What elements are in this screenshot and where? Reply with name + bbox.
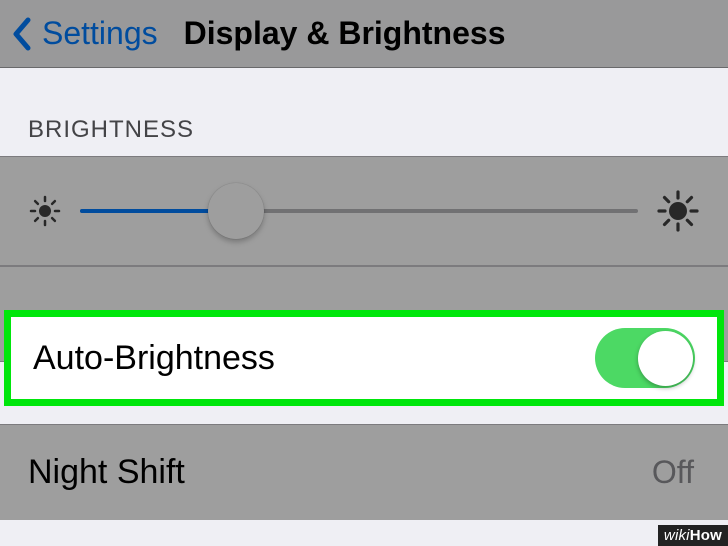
night-shift-row[interactable]: Night Shift Off [0, 424, 728, 520]
toggle-knob [638, 331, 693, 386]
auto-brightness-label: Auto-Brightness [33, 339, 595, 378]
sun-low-icon [28, 194, 62, 228]
section-header-brightness: BRIGHTNESS [0, 68, 728, 156]
back-button-label[interactable]: Settings [42, 15, 158, 52]
sun-high-icon [656, 189, 700, 233]
back-chevron-icon[interactable] [12, 17, 32, 51]
night-shift-label: Night Shift [28, 453, 652, 492]
night-shift-value: Off [652, 454, 694, 491]
page-title: Display & Brightness [184, 15, 506, 52]
auto-brightness-row: Auto-Brightness [4, 310, 724, 406]
brightness-slider[interactable] [80, 186, 638, 236]
brightness-slider-thumb[interactable] [208, 183, 264, 239]
brightness-slider-row [0, 156, 728, 266]
navigation-bar: Settings Display & Brightness [0, 0, 728, 68]
auto-brightness-toggle[interactable] [595, 328, 695, 388]
wikihow-watermark: wikiHow [658, 525, 728, 546]
